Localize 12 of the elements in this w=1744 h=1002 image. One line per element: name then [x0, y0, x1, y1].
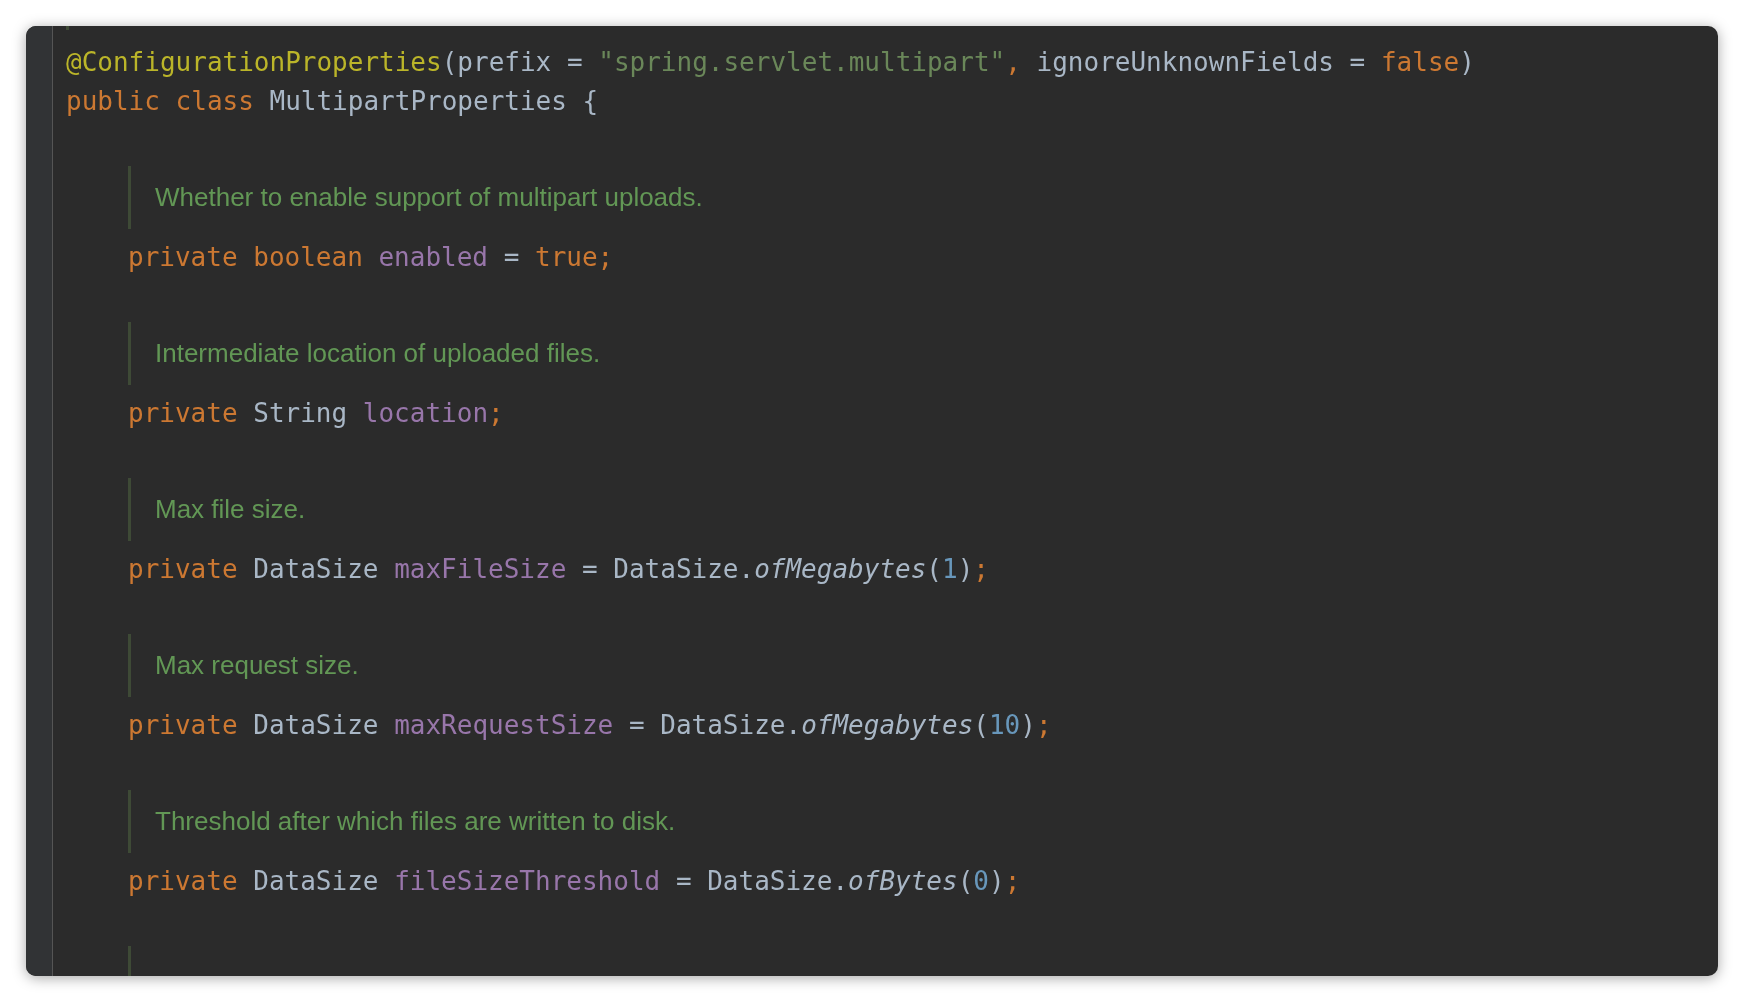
code-line: private DataSize maxFileSize = DataSize.ofMegabytes(1); — [128, 553, 989, 586]
doc-comment: Intermediate location of uploaded files. — [155, 337, 601, 370]
code-line: private boolean enabled = true; — [128, 241, 614, 274]
code-line: @ConfigurationProperties(prefix = "spring.servlet.multipart", ignoreUnknownFields = false) — [66, 46, 1475, 79]
code-line: private DataSize fileSizeThreshold = DataSize.ofBytes(0); — [128, 865, 1021, 898]
doc-comment: Threshold after which files are written to disk. — [155, 805, 676, 838]
doc-comment: Max request size. — [155, 649, 359, 682]
doc-comment: Whether to enable support of multipart uploads. — [155, 181, 703, 214]
doc-comment: Max file size. — [155, 493, 306, 526]
code-line: private String location; — [128, 397, 504, 430]
code-line: public class MultipartProperties { — [66, 85, 599, 118]
code-line: private DataSize maxRequestSize = DataSize.ofMegabytes(10); — [128, 709, 1052, 742]
